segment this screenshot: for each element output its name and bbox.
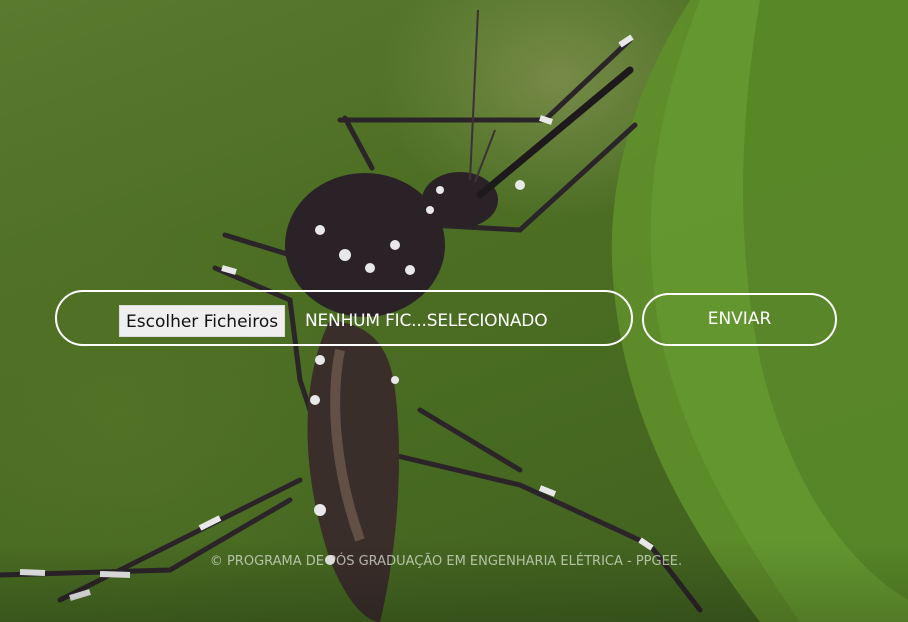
file-input-field[interactable]: Escolher Ficheiros NENHUM FIC...SELECION… — [55, 290, 633, 346]
footer-copyright: © PROGRAMA DE PÓS GRADUAÇÃO EM ENGENHARI… — [209, 554, 683, 569]
upload-form: Escolher Ficheiros NENHUM FIC...SELECION… — [55, 290, 837, 350]
page: Escolher Ficheiros NENHUM FIC...SELECION… — [0, 0, 908, 622]
submit-button[interactable]: ENVIAR — [642, 293, 837, 346]
choose-files-button[interactable]: Escolher Ficheiros — [119, 305, 286, 337]
file-status-text: NENHUM FIC...SELECIONADO — [305, 311, 548, 331]
